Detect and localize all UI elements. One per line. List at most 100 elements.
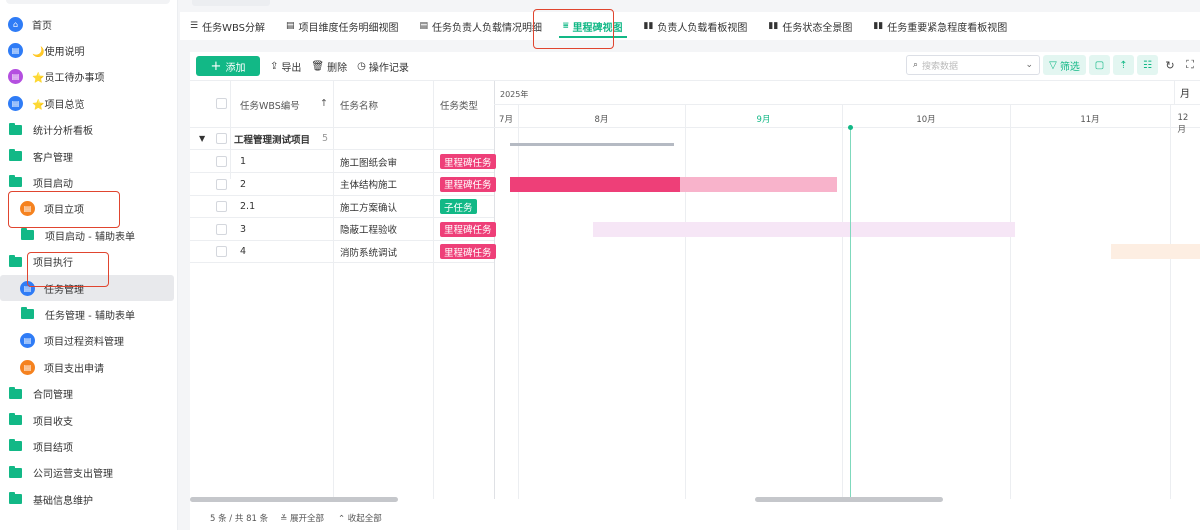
tab[interactable]: ▤ 项目维度任务明细视图 [286,12,399,40]
gantt-bar[interactable] [1111,244,1200,260]
table-row[interactable]: 2 主体结构施工 里程碑任务 [190,174,496,196]
month-label: 11月 [1080,115,1100,125]
gantt-bar[interactable] [510,176,680,192]
sidebar-item[interactable]: 项目收支 [0,407,174,433]
sidebar-item-label: ⭐项目总览 [32,99,85,111]
sidebar-item[interactable]: ⌂ 首页 [0,11,174,37]
log-button[interactable]: ◷ 操作记录 [357,59,409,74]
folder-icon [9,465,22,478]
add-button[interactable]: + 添加 [196,56,260,76]
sidebar-item-label: 项目支出申请 [44,363,104,375]
wbs-cell: 3 [240,223,247,235]
sidebar-item[interactable]: ▤ ⭐项目总览 [0,90,174,116]
gantt-bar[interactable] [593,221,1016,237]
sidebar-item[interactable]: 项目结项 [0,433,174,459]
gantt-bar[interactable] [679,176,837,192]
sort-asc-icon[interactable]: ↑ [320,98,328,109]
tab[interactable]: ▤ 任务负责人负载情况明细 [420,12,543,40]
view-icon: ☰ [190,21,199,31]
sidebar-item[interactable]: 统计分析看板 [0,117,174,143]
gantt-chart: 2025年 月 7月 8月 9月 10月 11月 12月 [494,81,1200,499]
sidebar-item[interactable]: 基础信息维护 [0,486,174,512]
sidebar-item[interactable]: 任务管理 - 辅助表单 [0,301,174,327]
trash-icon: 🗑 [311,60,325,72]
delete-button[interactable]: 🗑 删除 [311,59,347,74]
month-label: 9月 [756,115,771,125]
table-row[interactable]: 1 施工图纸会审 里程碑任务 [190,151,496,173]
name-cell: 隐蔽工程验收 [340,225,398,237]
folder-open-icon [9,175,22,188]
refresh-icon[interactable]: ↻ [1161,55,1179,75]
table-scrollbar[interactable] [190,497,398,502]
gantt-scrollbar[interactable] [755,497,943,502]
group-name: 工程管理测试项目 [234,134,311,146]
form-icon: ▤ [20,359,35,375]
type-tag: 里程碑任务 [440,221,496,237]
sidebar-item-label: 任务管理 - 辅助表单 [45,310,135,322]
sidebar-item[interactable]: 合同管理 [0,381,174,407]
view-icon: ▮▮ [873,21,884,31]
group-row[interactable]: ▼ 工程管理测试项目 5 [190,128,494,150]
caret-down-icon[interactable]: ▼ [199,134,205,143]
row-checkbox[interactable] [216,246,227,258]
tab-label: 项目维度任务明细视图 [298,22,399,34]
sidebar-item-label: 首页 [32,20,52,32]
row-checkbox[interactable] [216,201,227,213]
group-button[interactable]: ☷ [1137,55,1158,75]
row-checkbox[interactable] [216,156,227,167]
select-all-checkbox[interactable] [216,98,227,109]
header-type[interactable]: 任务类型 [440,98,478,112]
group-checkbox[interactable] [216,133,227,144]
sidebar-item-label: 项目启动 - 辅助表单 [45,231,135,243]
sidebar-item[interactable]: ▤ ⭐员工待办事项 [0,64,174,90]
sort-button[interactable]: ⇡ [1113,55,1134,75]
tab[interactable]: ▮▮ 任务状态全景图 [768,12,852,40]
collapse-all-button[interactable]: ⌃ 收起全部 [338,512,382,524]
row-checkbox[interactable] [216,223,227,235]
today-line [850,127,851,499]
name-cell: 施工图纸会审 [340,157,398,169]
filter-button[interactable]: ▽ 筛选 [1043,55,1086,75]
chat-icon: ▤ [8,69,23,85]
sidebar-item[interactable]: 客户管理 [0,143,174,169]
gantt-bar[interactable] [510,143,675,146]
table-row[interactable]: 2.1 施工方案确认 子任务 [190,196,494,219]
folder-icon [9,439,22,452]
expand-all-button[interactable]: ≚ 展开全部 [280,512,324,524]
tab[interactable]: ▮▮ 负责人负载看板视图 [644,12,748,40]
folder-icon [9,413,22,425]
export-button[interactable]: ⇪ 导出 [270,59,301,74]
sidebar-search[interactable] [6,0,170,4]
group-count: 5 [322,133,329,144]
sidebar-item[interactable]: 公司运营支出管理 [0,460,174,486]
chevron-down-icon: ⌄ [1025,60,1033,70]
search-input[interactable]: ⌕ 搜索数据 ⌄ [906,55,1040,75]
header-wbs[interactable]: 任务WBS编号 [240,98,300,112]
sidebar-item[interactable]: ▤ 🌙使用说明 [0,37,174,63]
table-row[interactable]: 4 消防系统调试 里程碑任务 [190,241,496,264]
sidebar-item-label: 公司运营支出管理 [33,469,113,481]
scale-select[interactable]: 月 [1174,81,1200,104]
log-label: 操作记录 [368,62,409,74]
highlight-box [533,9,614,49]
tab[interactable]: ☰ 任务WBS分解 [190,12,265,40]
tab[interactable]: ▮▮ 任务重要紧急程度看板视图 [873,12,1007,40]
sidebar: ⌂ 首页 ▤ 🌙使用说明 ▤ ⭐员工待办事项 ▤ ⭐项目总览 统计分析看板 客户管理 项目启动 ▤ 项目… [0,0,178,530]
fullscreen-icon[interactable]: ⛶ [1181,55,1199,75]
collapse-label: 收起全部 [347,514,382,524]
wbs-cell: 1 [240,156,247,167]
folder-icon [9,492,22,505]
tab-label: 任务重要紧急程度看板视图 [887,22,1008,34]
sidebar-item[interactable]: ▤ 项目过程资料管理 [0,328,174,354]
note-button[interactable]: ▢ [1089,55,1110,75]
tab-label: 任务WBS分解 [202,22,265,34]
view-tabs: ☰ 任务WBS分解 ▤ 项目维度任务明细视图 ▤ 任务负责人负载情况明细 ⩸ 里程碑视图 ▮▮ 负… [180,12,1200,40]
search-icon: ⌕ [913,60,919,70]
header-name[interactable]: 任务名称 [340,98,378,112]
row-checkbox[interactable] [216,178,227,190]
name-cell: 消防系统调试 [340,247,398,259]
table-row[interactable]: 3 隐蔽工程验收 里程碑任务 [190,219,496,241]
sidebar-item-label: 项目收支 [33,416,73,428]
group-icon: ☷ [1143,59,1152,71]
sidebar-item[interactable]: ▤ 项目支出申请 [0,354,174,380]
